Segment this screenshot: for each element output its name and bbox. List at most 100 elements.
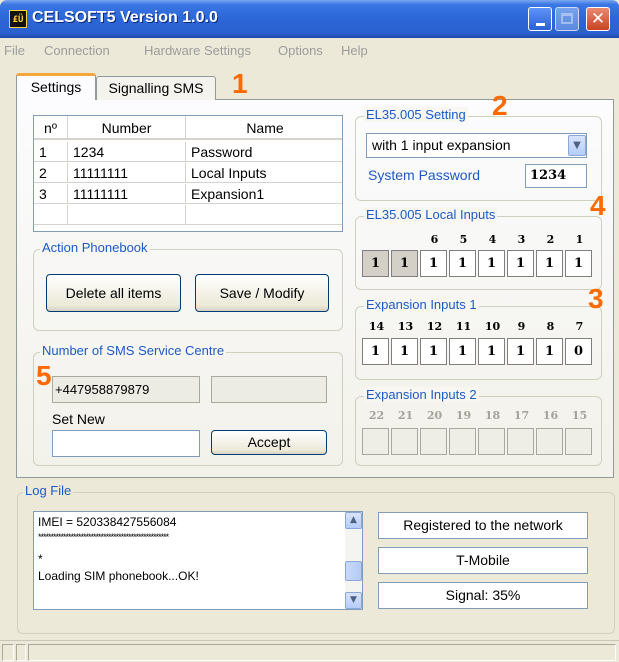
table-cell-name[interactable]: Password <box>186 142 342 162</box>
sms-centre-new-input[interactable] <box>52 430 200 457</box>
expansion1-header: 8 <box>546 320 555 333</box>
expansion2-header: 15 <box>571 409 588 422</box>
minimize-button[interactable] <box>528 7 552 31</box>
local-input-header: 6 <box>430 233 439 246</box>
sms-centre-current-field: +447958879879 <box>52 376 200 403</box>
local-input-header: 4 <box>488 233 497 246</box>
table-cell-number[interactable]: 11111111 <box>68 184 186 204</box>
menu-options[interactable]: Options <box>278 43 323 58</box>
window-title: CELSOFT5 Version 1.0.0 <box>32 9 218 26</box>
expansion1-cell: 1 <box>449 338 476 365</box>
expansion2-cell <box>391 428 418 455</box>
annotation-marker-3: 3 <box>588 283 604 314</box>
expansion1-header: 13 <box>397 320 414 333</box>
chevron-down-icon[interactable]: ▼ <box>568 135 586 156</box>
expansion1-cell: 1 <box>420 338 447 365</box>
el35-setting-label: EL35.005 Setting <box>364 107 468 122</box>
log-file-label: Log File <box>23 483 74 498</box>
menu-connection[interactable]: Connection <box>44 43 110 58</box>
status-cell <box>28 644 616 661</box>
expansion-mode-select[interactable]: with 1 input expansion <box>366 133 587 158</box>
annotation-marker-2: 2 <box>492 90 508 121</box>
expansion1-header: 10 <box>484 320 501 333</box>
status-cell <box>2 644 14 661</box>
expansion1-cell: 1 <box>478 338 505 365</box>
expansion-inputs-2-label: Expansion Inputs 2 <box>364 387 479 402</box>
phonebook-table[interactable]: nº Number Name 1 1234 Password 2 1111111… <box>33 115 343 232</box>
system-password-label: System Password <box>368 167 481 183</box>
save-modify-button[interactable]: Save / Modify <box>195 274 329 312</box>
expansion2-cell <box>536 428 563 455</box>
scroll-thumb[interactable] <box>345 561 362 581</box>
status-bar <box>0 640 619 662</box>
expansion1-header: 12 <box>426 320 443 333</box>
expansion1-cell: 1 <box>536 338 563 365</box>
log-textarea[interactable]: IMEI = 520338427556084 *****************… <box>33 511 363 610</box>
expansion-inputs-1-label: Expansion Inputs 1 <box>364 297 479 312</box>
local-input-cell: 1 <box>391 250 418 277</box>
expansion1-cell: 1 <box>507 338 534 365</box>
local-input-cell: 1 <box>478 250 505 277</box>
log-line: IMEI = 520338427556084 <box>38 515 177 529</box>
log-line: Loading SIM phonebook...OK! <box>38 569 199 583</box>
menu-help[interactable]: Help <box>341 43 368 58</box>
local-input-header: 5 <box>459 233 468 246</box>
expansion2-header: 20 <box>426 409 443 422</box>
el35-setting-group <box>355 116 602 201</box>
action-phonebook-label: Action Phonebook <box>40 240 150 255</box>
menu-hardware-settings[interactable]: Hardware Settings <box>144 43 251 58</box>
maximize-icon <box>561 13 573 24</box>
table-cell-index[interactable]: 1 <box>34 142 68 162</box>
expansion1-header: 7 <box>575 320 584 333</box>
local-input-cell: 1 <box>362 250 389 277</box>
column-header-number-index[interactable]: nº <box>34 116 68 140</box>
minimize-icon <box>536 23 545 26</box>
expansion2-cell <box>420 428 447 455</box>
sms-service-centre-label: Number of SMS Service Centre <box>40 343 227 358</box>
expansion2-header: 18 <box>484 409 501 422</box>
expansion-mode-selected-value: with 1 input expansion <box>372 137 511 153</box>
table-cell-number[interactable]: 11111111 <box>68 163 186 183</box>
expansion2-header: 16 <box>542 409 559 422</box>
expansion2-cell <box>478 428 505 455</box>
expansion1-cell: 1 <box>391 338 418 365</box>
delete-all-items-button[interactable]: Delete all items <box>46 274 181 312</box>
expansion2-cell <box>565 428 592 455</box>
scroll-down-icon[interactable]: ▼ <box>345 592 362 609</box>
tab-settings[interactable]: Settings <box>16 73 96 100</box>
close-button[interactable]: ✕ <box>586 7 610 31</box>
local-input-cell: 1 <box>565 250 592 277</box>
log-line: ****************************************… <box>38 532 169 542</box>
tab-signalling-sms[interactable]: Signalling SMS <box>96 76 216 100</box>
menu-file[interactable]: File <box>4 43 25 58</box>
system-password-field[interactable]: 1234 <box>525 164 587 188</box>
accept-button[interactable]: Accept <box>211 430 327 455</box>
set-new-label: Set New <box>52 411 105 427</box>
table-cell-empty[interactable] <box>34 205 68 225</box>
local-input-cell: 1 <box>449 250 476 277</box>
log-scrollbar[interactable]: ▲ ▼ <box>345 512 362 609</box>
local-input-cell: 1 <box>536 250 563 277</box>
local-input-cell: 1 <box>507 250 534 277</box>
expansion1-header: 11 <box>455 320 472 333</box>
app-icon[interactable]: £Ü <box>9 10 27 28</box>
table-cell-name[interactable]: Expansion1 <box>186 184 342 204</box>
table-cell-number[interactable]: 1234 <box>68 142 186 162</box>
table-cell-index[interactable]: 3 <box>34 184 68 204</box>
table-cell-name[interactable]: Local Inputs <box>186 163 342 183</box>
expansion2-cell <box>507 428 534 455</box>
table-cell-index[interactable]: 2 <box>34 163 68 183</box>
table-cell-empty[interactable] <box>68 205 186 225</box>
local-inputs-label: EL35.005 Local Inputs <box>364 207 498 222</box>
column-header-name[interactable]: Name <box>186 116 342 140</box>
expansion2-header: 22 <box>368 409 385 422</box>
log-line: * <box>38 552 43 566</box>
expansion2-header: 17 <box>513 409 530 422</box>
close-icon: ✕ <box>590 9 606 29</box>
scroll-up-icon[interactable]: ▲ <box>345 512 362 529</box>
expansion2-header: 21 <box>397 409 414 422</box>
expansion1-header: 9 <box>517 320 526 333</box>
table-cell-empty[interactable] <box>186 205 342 225</box>
annotation-marker-4: 4 <box>590 190 606 221</box>
column-header-number[interactable]: Number <box>68 116 186 140</box>
